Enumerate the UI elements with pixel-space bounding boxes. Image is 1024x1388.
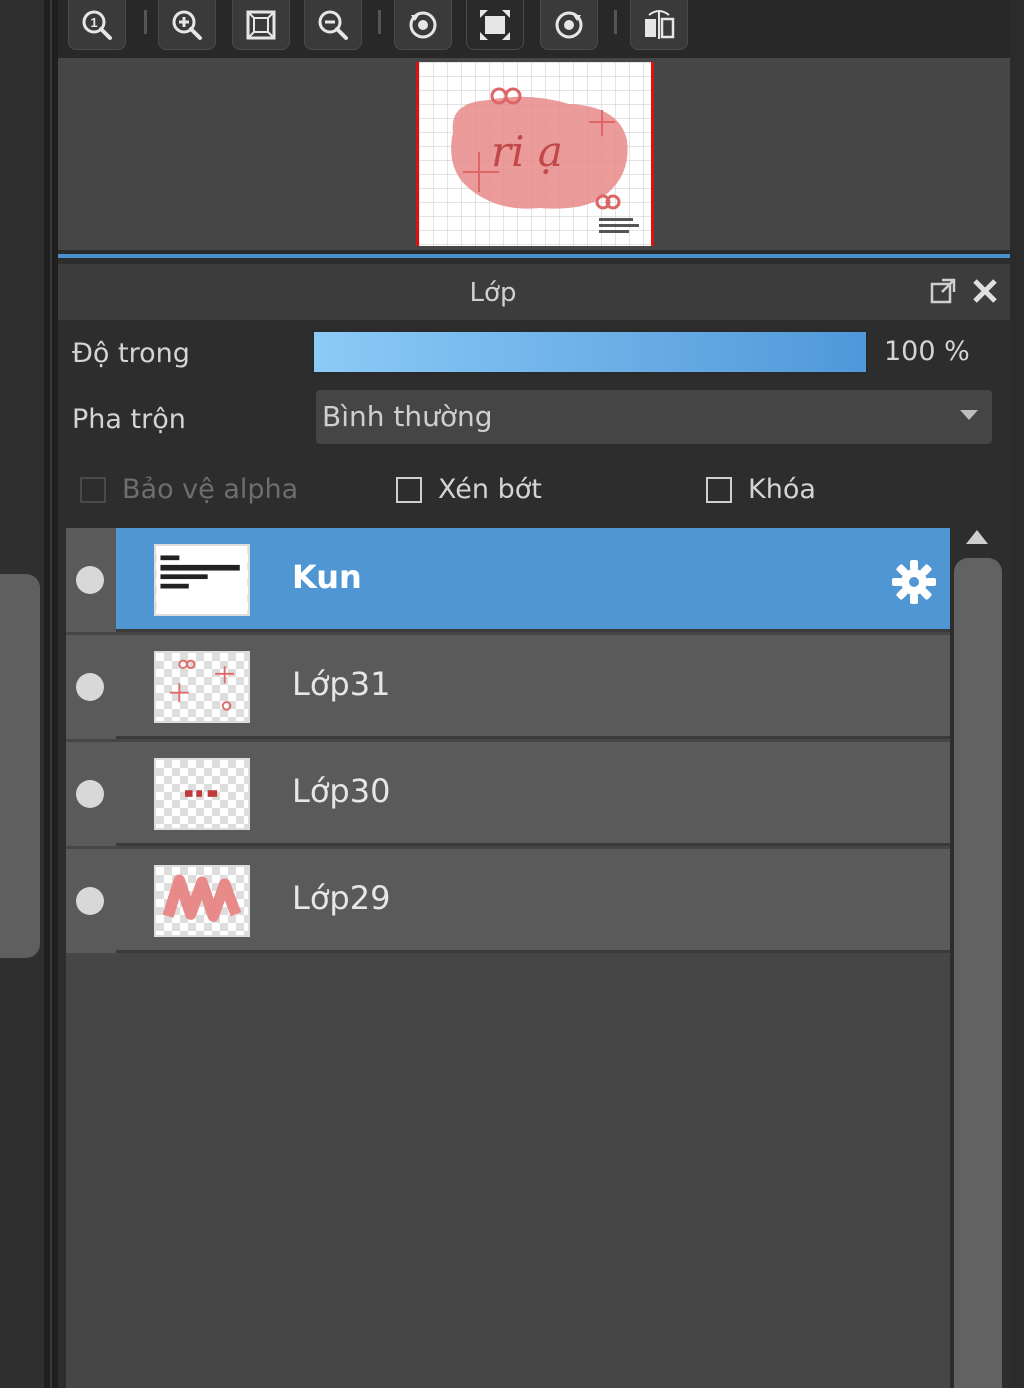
panel-splitter[interactable] [44, 0, 58, 1388]
layer-thumbnail [154, 865, 250, 937]
layer-row-lop29[interactable]: Lớp29 [66, 849, 950, 953]
visibility-toggle[interactable] [66, 635, 116, 739]
scrollbar-thumb[interactable] [954, 558, 1002, 1388]
svg-text:1: 1 [90, 15, 97, 30]
canvas-thumbnail[interactable]: ri ạ [416, 62, 654, 246]
opacity-value: 100 % [884, 336, 970, 367]
zoom-in-button[interactable] [158, 0, 216, 50]
visibility-toggle[interactable] [66, 528, 116, 632]
reset-rotation-icon [480, 9, 510, 40]
checkbox-box[interactable] [706, 476, 732, 503]
visibility-dot-icon [76, 566, 104, 594]
zoom-actual-icon: 1 [82, 10, 112, 40]
blend-mode-label: Pha trộn [72, 404, 186, 435]
layer-thumbnail [154, 544, 250, 616]
layer-thumbnail [154, 651, 250, 723]
checkbox-label: Bảo vệ alpha [122, 474, 299, 505]
left-panel-strip [0, 0, 44, 1388]
close-icon[interactable] [970, 276, 1000, 306]
navigator-toolbar: 1 [58, 0, 1010, 58]
blend-mode-select[interactable]: Bình thường [316, 390, 992, 444]
gear-icon[interactable] [890, 558, 938, 606]
layer-thumbnail [154, 758, 250, 830]
rotate-left-button[interactable] [394, 0, 452, 50]
layer-row-lop30[interactable]: Lớp30 [66, 742, 950, 846]
opacity-slider[interactable] [312, 330, 868, 374]
panel-title: Lớp [469, 278, 517, 308]
checkbox-box[interactable] [80, 476, 106, 503]
clipping-checkbox[interactable]: Xén bớt [396, 474, 542, 505]
fit-window-icon [246, 10, 276, 39]
blend-mode-value: Bình thường [322, 400, 493, 433]
visibility-toggle[interactable] [66, 849, 116, 953]
flip-horizontal-button[interactable] [630, 0, 688, 50]
checkbox-label: Xén bớt [438, 474, 542, 505]
layer-row-kun[interactable]: Kun [66, 528, 950, 632]
zoom-out-button[interactable] [304, 0, 362, 50]
layer-name: Lớp29 [292, 879, 391, 917]
left-scrollbar-thumb[interactable] [0, 574, 40, 958]
reset-rotation-button[interactable] [466, 0, 524, 50]
layer-list: Kun Lớp31 Lớp30 Lớp29 [66, 528, 950, 1388]
zoom-in-icon [172, 10, 202, 40]
fit-window-button[interactable] [232, 0, 290, 50]
toolbar-separator [378, 10, 381, 34]
layer-row-lop31[interactable]: Lớp31 [66, 635, 950, 739]
visibility-dot-icon [76, 887, 104, 915]
checkbox-label: Khóa [748, 474, 816, 505]
layer-panel: Lớp Độ trong 100 % Pha trộn Bình thường … [58, 258, 1010, 1388]
protect-alpha-checkbox[interactable]: Bảo vệ alpha [80, 474, 298, 505]
visibility-dot-icon [76, 780, 104, 808]
lock-checkbox[interactable]: Khóa [706, 474, 816, 505]
toolbar-separator [614, 10, 617, 34]
checkbox-box[interactable] [396, 476, 422, 503]
rotate-left-icon [409, 11, 437, 38]
flip-horizontal-icon [645, 9, 675, 39]
layer-list-scrollbar[interactable] [954, 558, 1002, 1388]
layer-panel-header: Lớp [58, 264, 1010, 320]
visibility-dot-icon [76, 673, 104, 701]
layer-name: Lớp30 [292, 772, 391, 810]
rotate-right-button[interactable] [540, 0, 598, 50]
popout-icon[interactable] [928, 276, 958, 306]
zoom-actual-button[interactable]: 1 [68, 0, 126, 50]
rotate-right-icon [555, 11, 583, 38]
chevron-down-icon [960, 410, 978, 420]
scroll-up-arrow-icon[interactable] [966, 530, 988, 544]
layer-name: Kun [292, 558, 362, 596]
zoom-out-icon [318, 10, 348, 40]
navigator-preview[interactable]: ri ạ [58, 58, 1010, 250]
artwork-preview-image: ri ạ [419, 62, 651, 246]
layer-name: Lớp31 [292, 665, 391, 703]
toolbar-separator [144, 10, 147, 34]
opacity-label: Độ trong [72, 338, 190, 369]
visibility-toggle[interactable] [66, 742, 116, 846]
artwork-text: ri ạ [491, 127, 563, 176]
